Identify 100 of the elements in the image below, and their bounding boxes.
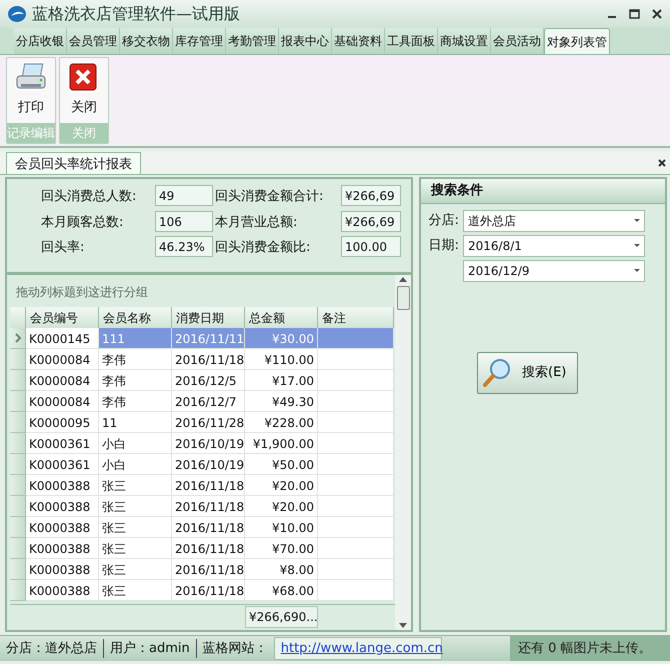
toolbar-button[interactable]: 关闭: [60, 58, 108, 123]
stat-label: 回头消费金额合计:: [215, 188, 324, 206]
group-label: 记录编辑: [7, 123, 55, 143]
table-cell: K0000388: [26, 559, 99, 580]
table-cell: 2016/12/7: [172, 391, 245, 412]
close-icon[interactable]: [652, 8, 662, 20]
menu-tab[interactable]: 报表中心: [279, 28, 332, 54]
table-cell: 2016/11/28: [172, 412, 245, 433]
table-cell: 李伟: [99, 349, 172, 370]
menu-tab[interactable]: 考勤管理: [226, 28, 279, 54]
chevron-icon: [14, 333, 22, 343]
row-indicator[interactable]: [10, 433, 26, 454]
table-cell: ¥20.00: [245, 496, 318, 517]
column-header[interactable]: 消费日期: [172, 307, 245, 330]
menu-tab[interactable]: 会员活动: [491, 28, 544, 54]
row-indicator[interactable]: [10, 454, 26, 475]
group-by-hint: 拖动列标题到这进行分组: [15, 284, 149, 301]
row-indicator[interactable]: [10, 391, 26, 412]
table-cell: ¥30.00: [245, 328, 318, 349]
header-corner: [10, 307, 26, 330]
table-cell: K0000084: [26, 370, 99, 391]
scroll-up-icon[interactable]: [398, 275, 408, 283]
table-cell: 张三: [99, 496, 172, 517]
status-text: 用户：admin: [103, 638, 196, 658]
dropdown-field[interactable]: 2016/8/1: [463, 234, 645, 256]
table-cell: K0000084: [26, 391, 99, 412]
row-indicator[interactable]: [10, 538, 26, 559]
menu-tab[interactable]: 工具面板: [385, 28, 438, 54]
close-icon[interactable]: [658, 158, 666, 166]
dropdown-field[interactable]: 道外总店: [463, 210, 645, 232]
stat-field[interactable]: 46.23%: [155, 236, 213, 257]
stat-label: 回头率:: [41, 239, 86, 257]
stat-field[interactable]: 49: [155, 185, 213, 206]
dropdown-caret-icon[interactable]: [634, 219, 640, 222]
table-cell: K0000388: [26, 475, 99, 496]
stat-label: 回头消费总人数:: [41, 188, 138, 206]
column-header[interactable]: 备注: [318, 307, 394, 330]
stat-field[interactable]: 106: [155, 210, 213, 232]
column-header[interactable]: 会员编号: [26, 307, 99, 330]
table-cell: ¥20.00: [245, 475, 318, 496]
stat-field[interactable]: ¥266,69: [341, 210, 401, 232]
upload-status: 还有 0 幅图片未上传。: [510, 636, 670, 661]
website-link[interactable]: http://www.lange.com.cn: [274, 636, 442, 660]
table-cell: ¥1,900.00: [245, 433, 318, 454]
table-cell: ¥68.00: [245, 580, 318, 601]
vertical-scrollbar[interactable]: [395, 275, 411, 630]
row-indicator[interactable]: [10, 517, 26, 538]
row-indicator[interactable]: [10, 475, 26, 496]
table-cell: 2016/11/11: [172, 328, 245, 349]
column-header[interactable]: 总金额: [245, 307, 318, 330]
row-indicator[interactable]: [10, 496, 26, 517]
search-button[interactable]: 搜索(E): [477, 352, 578, 394]
document-tab[interactable]: 会员回头率统计报表: [6, 152, 141, 174]
table-cell: 2016/10/19: [172, 433, 245, 454]
row-indicator[interactable]: [10, 349, 26, 370]
table-cell: 2016/10/19: [172, 454, 245, 475]
table-cell: 张三: [99, 517, 172, 538]
menu-tab[interactable]: 对象列表管: [544, 28, 610, 54]
maximize-icon[interactable]: [629, 8, 640, 20]
row-indicator[interactable]: [10, 412, 26, 433]
dropdown-caret-icon[interactable]: [634, 244, 640, 247]
column-header[interactable]: 会员名称: [99, 307, 172, 330]
table-cell: K0000361: [26, 454, 99, 475]
dropdown-caret-icon[interactable]: [634, 269, 640, 272]
table-cell: 李伟: [99, 370, 172, 391]
menu-tab[interactable]: 库存管理: [173, 28, 226, 54]
table-cell: 111: [99, 328, 172, 349]
row-indicator[interactable]: [10, 580, 26, 601]
table-cell: 张三: [99, 475, 172, 496]
scroll-down-icon[interactable]: [398, 622, 408, 630]
table-cell: ¥110.00: [245, 349, 318, 370]
scroll-thumb[interactable]: [396, 286, 410, 310]
row-indicator[interactable]: [10, 328, 26, 349]
toolbar-button[interactable]: 打印: [7, 58, 55, 123]
table-cell: ¥17.00: [245, 370, 318, 391]
dropdown-field[interactable]: 2016/12/9: [463, 260, 645, 282]
table-cell: K0000388: [26, 538, 99, 559]
menu-tab[interactable]: 基础资料: [332, 28, 385, 54]
table-cell: ¥8.00: [245, 559, 318, 580]
row-indicator[interactable]: [10, 559, 26, 580]
field-label: 日期:: [428, 236, 460, 255]
table-cell: K0000095: [26, 412, 99, 433]
menu-tab[interactable]: 分店收银: [14, 28, 67, 54]
table-cell: 2016/11/18: [172, 580, 245, 601]
total-cell: ¥266,690...: [245, 606, 318, 628]
table-cell: 张三: [99, 580, 172, 601]
stat-field[interactable]: ¥266,69: [341, 185, 401, 206]
stat-field[interactable]: 100.00: [341, 236, 401, 257]
menu-tab[interactable]: 会员管理: [67, 28, 120, 54]
table-cell: ¥10.00: [245, 517, 318, 538]
window-title: 蓝格洗衣店管理软件—试用版: [32, 3, 240, 25]
stat-label: 本月营业总额:: [215, 214, 298, 232]
table-cell: K0000388: [26, 580, 99, 601]
group-label: 关闭: [60, 123, 108, 143]
table-cell: K0000388: [26, 517, 99, 538]
table-cell: 2016/11/18: [172, 349, 245, 370]
menu-tab[interactable]: 移交衣物: [120, 28, 173, 54]
table-cell: ¥50.00: [245, 454, 318, 475]
row-indicator[interactable]: [10, 370, 26, 391]
menu-tab[interactable]: 商城设置: [438, 28, 491, 54]
